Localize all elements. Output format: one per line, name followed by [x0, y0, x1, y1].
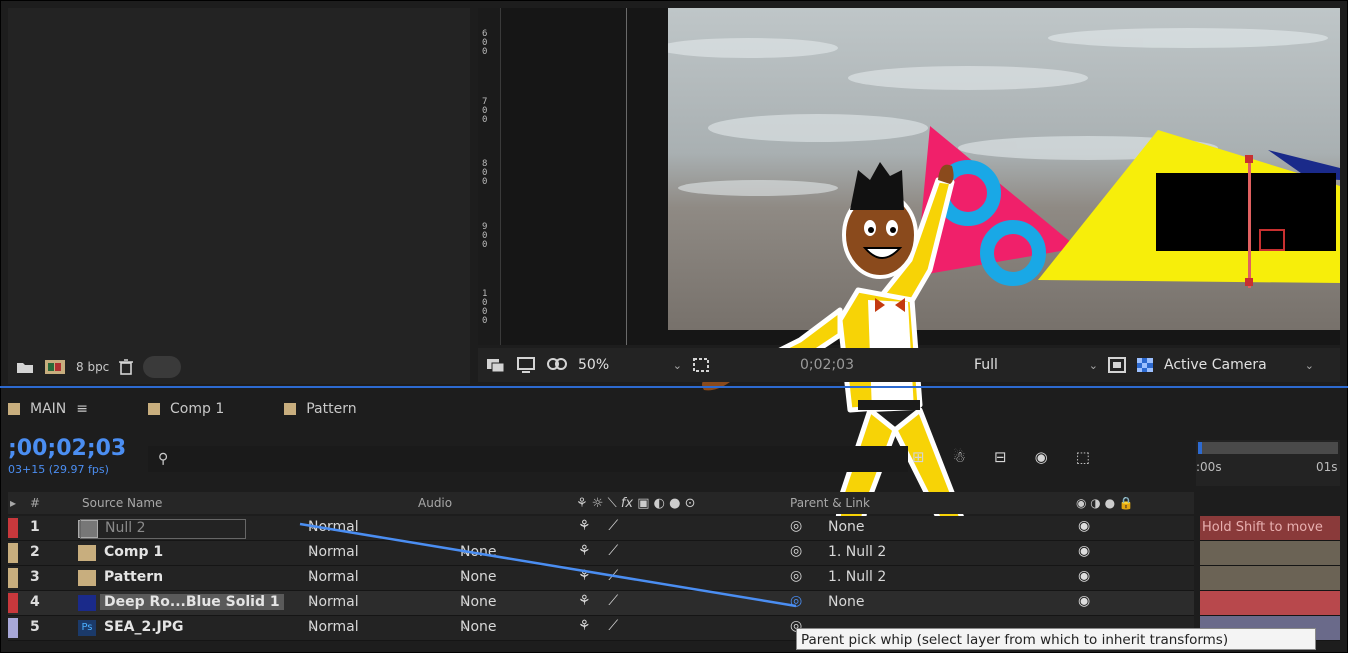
- pick-whip-line: [299, 522, 797, 608]
- pick-whip-tooltip: Parent pick whip (select layer from whic…: [796, 628, 1316, 650]
